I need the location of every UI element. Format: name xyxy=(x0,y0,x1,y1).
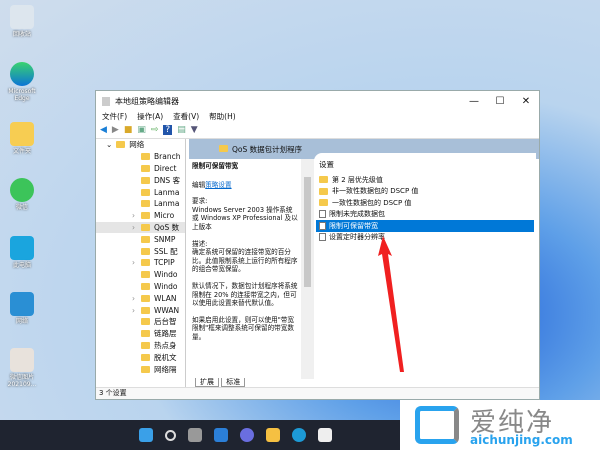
file-explorer-icon[interactable] xyxy=(265,428,280,442)
task-view-icon[interactable] xyxy=(187,428,202,442)
store-icon[interactable] xyxy=(317,428,332,442)
watermark-logo-icon xyxy=(415,406,459,444)
edge-icon[interactable] xyxy=(291,428,306,442)
annotation-arrow xyxy=(378,236,404,372)
start-icon[interactable] xyxy=(138,428,153,442)
watermark-url: aichunjing.com xyxy=(470,433,573,447)
search-icon[interactable] xyxy=(164,429,176,441)
watermark: 爱纯净 aichunjing.com xyxy=(400,400,600,450)
teams-chat-icon[interactable] xyxy=(239,428,254,442)
widgets-icon[interactable] xyxy=(213,428,228,442)
